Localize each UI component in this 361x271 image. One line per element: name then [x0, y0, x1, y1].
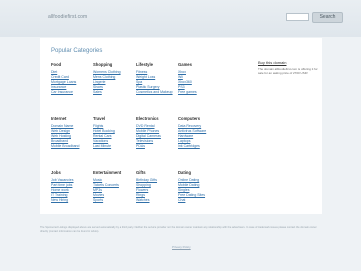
category-block: Shopping Womens Clothing Mens Clothing Ling… [93, 62, 137, 95]
category-block: Lifestyle Fitness Weight Loss Spa Plastic Su… [136, 62, 180, 95]
disclaimer-text: The Sponsored Listings displayed above a… [40, 226, 317, 233]
search-button[interactable]: Search [312, 12, 343, 23]
category-link[interactable]: Sales [93, 90, 137, 95]
category-link[interactable]: Ink Cartridges [178, 144, 222, 149]
search-input[interactable] [286, 13, 309, 21]
category-title: Shopping [93, 62, 113, 67]
category-link[interactable]: Car Insurance [51, 90, 95, 95]
category-title: Dating [178, 170, 192, 175]
domain-sale-box: Buy this domain The domain allfoodiefirs… [258, 60, 322, 75]
privacy-policy-link[interactable]: Privacy Policy [172, 245, 191, 249]
site-title[interactable]: allfoodiefirst.com [48, 14, 87, 20]
popular-categories-title: Popular Categories [51, 48, 103, 54]
category-block: Food Diet Credit Card Mortgage Loans Insuran… [51, 62, 95, 95]
category-link[interactable]: PDAs [136, 144, 180, 149]
category-link[interactable]: Last Minute [93, 144, 137, 149]
category-link[interactable]: Cosmetics and Makeup [136, 90, 180, 95]
category-link[interactable]: Watches [136, 198, 180, 203]
category-block: Entertainment Music Tickets Concerts MP3s Mo… [93, 170, 137, 203]
category-link[interactable]: New Hiring [51, 198, 95, 203]
category-block: Electronics DVD Rental Mobile Phones Digita… [136, 116, 180, 149]
category-title: Lifestyle [136, 62, 153, 67]
category-title: Internet [51, 116, 67, 121]
category-link[interactable]: Free games [178, 90, 222, 95]
category-block: Jobs Job Vacancies Part time jobs Home work… [51, 170, 95, 203]
category-block: Computers Data Recovery Antivirus Software… [178, 116, 222, 149]
category-title: Jobs [51, 170, 61, 175]
category-block: Games Xbox Wii Xbox360 PS3 Free games [178, 62, 222, 95]
category-link[interactable]: Mobile Broadband [51, 144, 95, 149]
category-link[interactable]: Chat [178, 198, 222, 203]
category-title: Electronics [136, 116, 159, 121]
top-header: allfoodiefirst.com Search [0, 0, 361, 37]
category-block: Gifts Birthday Gifts Shopping Flowers Rings W… [136, 170, 180, 203]
category-title: Food [51, 62, 62, 67]
category-block: Dating Online Dating Mobile Dating Singles F… [178, 170, 222, 203]
buy-domain-link[interactable]: Buy this domain [258, 60, 322, 66]
domain-sale-text: The domain allfoodiefirst.com is offerin… [258, 67, 318, 75]
category-title: Entertainment [93, 170, 122, 175]
category-block: Internet Domain Name Web Design Web Hosting… [51, 116, 95, 149]
category-link[interactable]: Sports [93, 198, 137, 203]
category-title: Games [178, 62, 192, 67]
category-title: Computers [178, 116, 201, 121]
category-title: Gifts [136, 170, 146, 175]
category-title: Travel [93, 116, 106, 121]
category-block: Travel Flights Hotel Booking Rental Cars Vac… [93, 116, 137, 149]
